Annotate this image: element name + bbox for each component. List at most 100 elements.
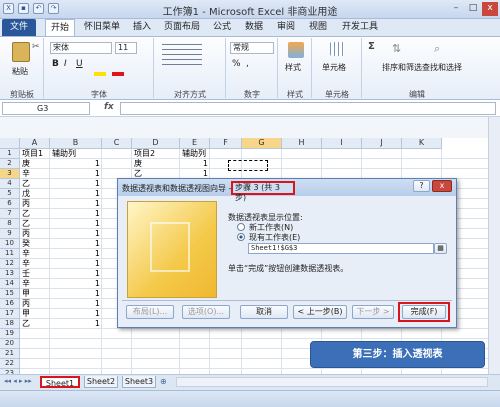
row-header-16[interactable]: 16 [0, 299, 20, 309]
column-header-f[interactable]: F [210, 138, 242, 149]
cell-a13[interactable]: 壬 [22, 269, 48, 279]
font-name-select[interactable]: 宋体 [50, 42, 112, 54]
sort-filter-label[interactable]: 排序和筛选 [382, 62, 422, 73]
tab-view[interactable]: 视图 [304, 19, 332, 36]
cell-b15[interactable]: 1 [52, 289, 100, 299]
percent-button[interactable]: % [232, 59, 241, 69]
cell-b17[interactable]: 1 [52, 309, 100, 319]
range-picker-icon[interactable]: ▦ [434, 243, 447, 254]
cell-a11[interactable]: 辛 [22, 249, 48, 259]
underline-button[interactable]: U [76, 59, 83, 69]
excel-logo-icon[interactable]: X [3, 3, 14, 14]
undo-icon[interactable]: ↶ [33, 3, 44, 14]
row-header-15[interactable]: 15 [0, 289, 20, 299]
tab-home[interactable]: 开始 [45, 19, 75, 36]
cell-a12[interactable]: 辛 [22, 259, 48, 269]
cell-b11[interactable]: 1 [52, 249, 100, 259]
column-header-c[interactable]: C [102, 138, 132, 149]
cell-a3[interactable]: 辛 [22, 169, 48, 179]
row-header-1[interactable]: 1 [0, 149, 20, 159]
row-header-4[interactable]: 4 [0, 179, 20, 189]
column-header-d[interactable]: D [132, 138, 180, 149]
cell-b4[interactable]: 1 [52, 179, 100, 189]
tab-insert[interactable]: 插入 [128, 19, 156, 36]
layout-button[interactable]: 布局(L)... [126, 305, 174, 319]
minimize-icon[interactable]: – [448, 2, 464, 16]
cell-a9[interactable]: 丙 [22, 229, 48, 239]
next-button[interactable]: 下一步 > [352, 305, 394, 319]
cells-icon[interactable] [330, 42, 344, 56]
cancel-button[interactable]: 取消 [240, 305, 288, 319]
range-input[interactable]: Sheet1!$G$3 [248, 243, 434, 254]
cell-a2[interactable]: 庚 [22, 159, 48, 169]
paste-icon[interactable] [12, 42, 30, 62]
cell-e1[interactable]: 辅助列 [182, 149, 208, 159]
close-icon[interactable]: x [482, 2, 498, 16]
align-icons[interactable] [162, 44, 202, 68]
cell-a4[interactable]: 乙 [22, 179, 48, 189]
tab-data[interactable]: 数据 [240, 19, 268, 36]
column-header-g[interactable]: G [242, 138, 282, 149]
cell-b18[interactable]: 1 [52, 319, 100, 329]
cells-label[interactable]: 单元格 [322, 62, 346, 73]
column-header-h[interactable]: H [282, 138, 322, 149]
radio-existing-sheet[interactable] [237, 233, 245, 241]
cell-a7[interactable]: 乙 [22, 209, 48, 219]
find-select-icon[interactable]: ⌕ [434, 42, 440, 56]
finish-button[interactable]: 完成(F) [402, 305, 446, 319]
cell-e2[interactable]: 1 [182, 159, 208, 169]
dialog-help-button[interactable]: ? [413, 180, 430, 192]
row-header-10[interactable]: 10 [0, 239, 20, 249]
row-header-12[interactable]: 12 [0, 259, 20, 269]
bold-button[interactable]: B [52, 59, 59, 69]
row-header-2[interactable]: 2 [0, 159, 20, 169]
name-box[interactable]: G3 [2, 102, 90, 115]
cell-b13[interactable]: 1 [52, 269, 100, 279]
cell-b10[interactable]: 1 [52, 239, 100, 249]
insert-sheet-icon[interactable]: ⊕ [160, 377, 167, 386]
column-header-k[interactable]: K [402, 138, 442, 149]
row-header-21[interactable]: 21 [0, 349, 20, 359]
radio-existing-sheet-label[interactable]: 现有工作表(E) [249, 232, 300, 243]
cell-b2[interactable]: 1 [52, 159, 100, 169]
cell-a15[interactable]: 甲 [22, 289, 48, 299]
tab-file[interactable]: 文件 [2, 19, 36, 36]
cell-b1[interactable]: 辅助列 [52, 149, 100, 159]
styles-label[interactable]: 样式 [285, 62, 301, 73]
row-header-11[interactable]: 11 [0, 249, 20, 259]
column-header-e[interactable]: E [180, 138, 210, 149]
cell-b14[interactable]: 1 [52, 279, 100, 289]
cell-a6[interactable]: 丙 [22, 199, 48, 209]
row-header-22[interactable]: 22 [0, 359, 20, 369]
radio-new-sheet[interactable] [237, 223, 245, 231]
sheet-tab-1[interactable]: Sheet1 [40, 376, 80, 388]
redo-icon[interactable]: ↷ [48, 3, 59, 14]
cell-a16[interactable]: 丙 [22, 299, 48, 309]
row-header-8[interactable]: 8 [0, 219, 20, 229]
number-format-select[interactable]: 常规 [230, 42, 274, 54]
tab-formulas[interactable]: 公式 [208, 19, 236, 36]
sheet-tab-2[interactable]: Sheet2 [84, 376, 118, 388]
cell-a18[interactable]: 乙 [22, 319, 48, 329]
cell-d2[interactable]: 庚 [134, 159, 178, 169]
cell-a10[interactable]: 癸 [22, 239, 48, 249]
cell-a14[interactable]: 辛 [22, 279, 48, 289]
row-header-18[interactable]: 18 [0, 319, 20, 329]
column-header-i[interactable]: I [322, 138, 362, 149]
tab-page-layout[interactable]: 页面布局 [160, 19, 204, 36]
find-select-label[interactable]: 查找和选择 [422, 62, 462, 73]
fx-icon[interactable]: fx [104, 102, 114, 112]
save-icon[interactable]: ▪ [18, 3, 29, 14]
row-header-20[interactable]: 20 [0, 339, 20, 349]
maximize-icon[interactable]: □ [465, 2, 481, 16]
vertical-scrollbar[interactable] [488, 117, 500, 374]
cell-b6[interactable]: 1 [52, 199, 100, 209]
cell-a1[interactable]: 项目1 [22, 149, 48, 159]
cell-a8[interactable]: 乙 [22, 219, 48, 229]
row-header-7[interactable]: 7 [0, 209, 20, 219]
cut-icon[interactable]: ✂ [32, 42, 40, 52]
row-header-17[interactable]: 17 [0, 309, 20, 319]
cell-d1[interactable]: 项目2 [134, 149, 178, 159]
row-header-6[interactable]: 6 [0, 199, 20, 209]
cell-b9[interactable]: 1 [52, 229, 100, 239]
